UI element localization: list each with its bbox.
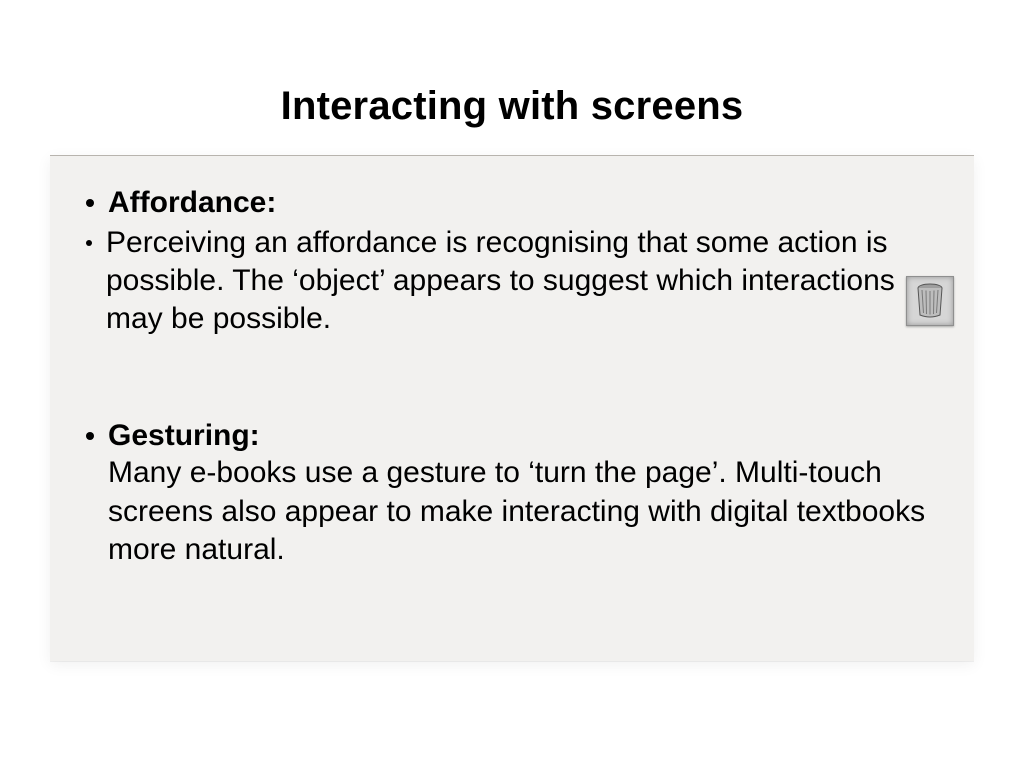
bullet-item-1-body: Perceiving an affordance is recognising …	[86, 224, 942, 339]
section-heading-2: Gesturing:	[108, 417, 942, 455]
slide-title: Interacting with screens	[0, 0, 1024, 155]
bullet-marker-small	[86, 240, 92, 246]
trash-svg	[915, 283, 945, 319]
section-body-1: Perceiving an affordance is recognising …	[106, 224, 942, 339]
bullet-item-1: Affordance:	[86, 184, 942, 222]
section-heading-1: Affordance:	[108, 184, 276, 222]
content-panel: Affordance: Perceiving an affordance is …	[50, 155, 974, 661]
trash-can-icon	[906, 276, 954, 326]
slide: Interacting with screens Affordance: Per…	[0, 0, 1024, 768]
bullet-item-2: Gesturing: Many e-books use a gesture to…	[86, 417, 942, 570]
bullet-marker	[86, 432, 94, 440]
bullet-marker	[86, 199, 94, 207]
section-body-2: Many e-books use a gesture to ‘turn the …	[108, 454, 942, 569]
